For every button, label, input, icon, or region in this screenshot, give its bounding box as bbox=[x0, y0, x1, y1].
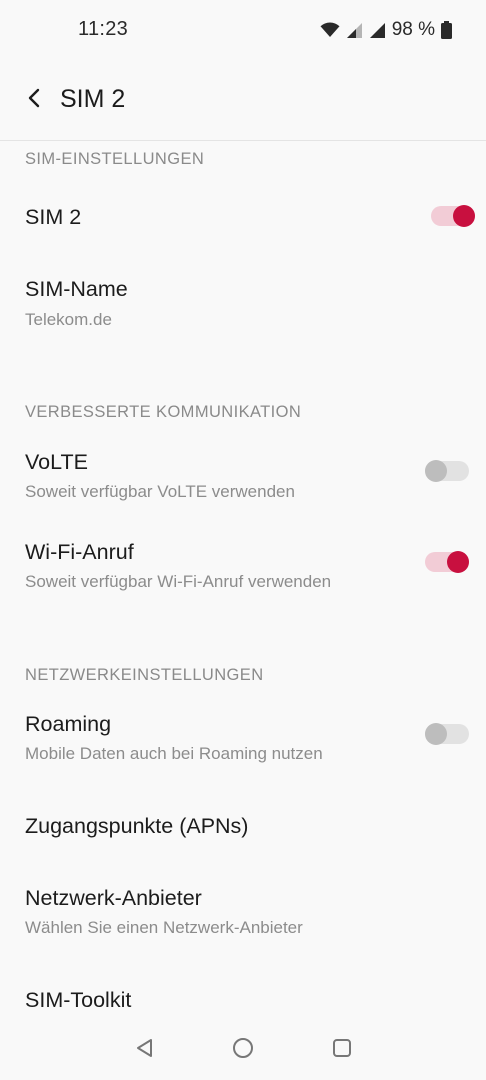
page-title: SIM 2 bbox=[60, 85, 126, 113]
section-header-sim-settings: SIM-EINSTELLUNGEN bbox=[25, 150, 205, 168]
pref-title: Roaming bbox=[25, 712, 112, 736]
status-icons: 98 % bbox=[320, 19, 452, 41]
pref-summary: Mobile Daten auch bei Roaming nutzen bbox=[25, 744, 323, 763]
switch-thumb bbox=[425, 723, 447, 745]
status-time: 11:23 bbox=[78, 18, 129, 40]
nav-home-button[interactable] bbox=[227, 1034, 259, 1066]
section-header-enhanced-communication: VERBESSERTE KOMMUNIKATION bbox=[25, 403, 302, 421]
navigation-bar bbox=[0, 1020, 486, 1080]
pref-network-provider[interactable]: Netzwerk-Anbieter Wählen Sie einen Netzw… bbox=[0, 866, 486, 956]
pref-wifi-call[interactable]: Wi-Fi-Anruf Soweit verfügbar Wi-Fi-Anruf… bbox=[0, 520, 486, 610]
section-header-network-settings: NETZWERKEINSTELLUNGEN bbox=[25, 666, 264, 684]
pref-sim-toolkit[interactable]: SIM-Toolkit bbox=[0, 968, 486, 1028]
app-bar: SIM 2 bbox=[0, 60, 486, 141]
pref-summary: Soweit verfügbar VoLTE verwenden bbox=[25, 482, 295, 501]
back-button[interactable] bbox=[18, 82, 50, 118]
roaming-switch[interactable] bbox=[425, 723, 469, 745]
home-circle-icon bbox=[232, 1037, 254, 1064]
pref-roaming[interactable]: Roaming Mobile Daten auch bei Roaming nu… bbox=[0, 692, 486, 782]
signal-icon bbox=[369, 22, 386, 39]
pref-summary: Soweit verfügbar Wi-Fi-Anruf verwenden bbox=[25, 572, 332, 591]
pref-title: VoLTE bbox=[25, 450, 88, 474]
battery-icon bbox=[441, 21, 452, 39]
pref-title: Netzwerk-Anbieter bbox=[25, 886, 202, 910]
recents-square-icon bbox=[332, 1038, 352, 1063]
back-arrow-icon bbox=[27, 88, 41, 113]
pref-title: SIM 2 bbox=[25, 205, 82, 229]
pref-summary: Wählen Sie einen Netzwerk-Anbieter bbox=[25, 918, 303, 937]
pref-title: Wi-Fi-Anruf bbox=[25, 540, 134, 564]
pref-sim2[interactable]: SIM 2 bbox=[0, 178, 486, 256]
back-triangle-icon bbox=[135, 1038, 155, 1063]
pref-title: SIM-Name bbox=[25, 277, 128, 301]
status-bar: 11:23 98 % bbox=[0, 0, 486, 60]
pref-sim-name[interactable]: SIM-Name Telekom.de bbox=[0, 256, 486, 356]
wifi-icon bbox=[320, 22, 340, 38]
switch-thumb bbox=[425, 460, 447, 482]
switch-thumb bbox=[447, 551, 469, 573]
battery-percent: 98 % bbox=[391, 19, 435, 40]
pref-title: SIM-Toolkit bbox=[25, 988, 132, 1012]
nav-back-button[interactable] bbox=[129, 1034, 161, 1066]
nav-recents-button[interactable] bbox=[326, 1034, 358, 1066]
volte-switch[interactable] bbox=[425, 460, 469, 482]
sim2-switch[interactable] bbox=[431, 205, 475, 227]
switch-thumb bbox=[453, 205, 475, 227]
pref-title: Zugangspunkte (APNs) bbox=[25, 814, 249, 838]
pref-apn[interactable]: Zugangspunkte (APNs) bbox=[0, 790, 486, 862]
pref-summary: Telekom.de bbox=[25, 310, 112, 329]
pref-volte[interactable]: VoLTE Soweit verfügbar VoLTE verwenden bbox=[0, 430, 486, 520]
signal-icon bbox=[346, 22, 363, 39]
wifi-call-switch[interactable] bbox=[425, 551, 469, 573]
